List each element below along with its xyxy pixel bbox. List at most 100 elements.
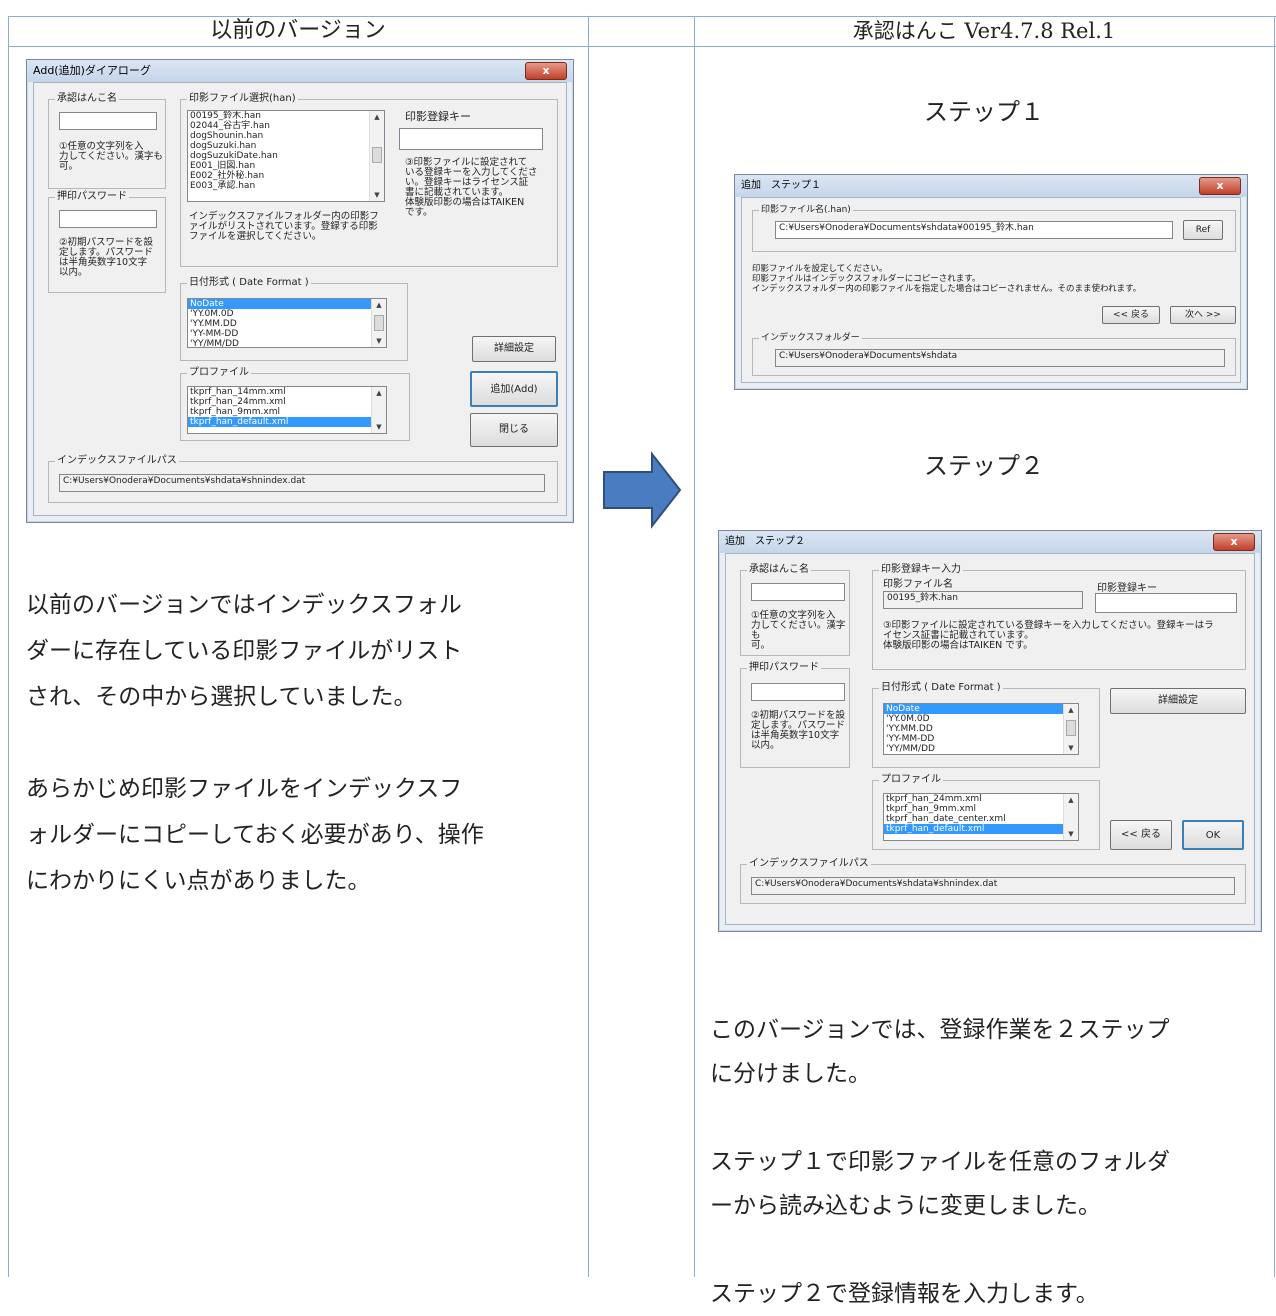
description-line: され、その中から選択していました。 bbox=[26, 684, 417, 710]
scrollbar[interactable]: ▲ ▼ bbox=[1063, 794, 1078, 840]
add-button[interactable]: 追加(Add) bbox=[470, 371, 558, 407]
file-listbox[interactable]: 00195_鈴木.han 02044_谷古宇.han dogShounin.han d… bbox=[187, 110, 385, 202]
scrollbar[interactable]: ▲ ▼ bbox=[371, 299, 386, 347]
scroll-down-icon[interactable]: ▼ bbox=[372, 335, 386, 347]
group-label: 印影ファイル選択(han) bbox=[187, 93, 298, 105]
list-item[interactable]: 'YY.MM.DD bbox=[188, 319, 386, 329]
list-item[interactable]: 'YY.0M.0D bbox=[884, 714, 1078, 724]
file-path-input[interactable]: C:¥Users¥Onodera¥Documents¥shdata¥00195_… bbox=[775, 221, 1173, 239]
scroll-up-icon[interactable]: ▲ bbox=[372, 299, 386, 311]
list-item[interactable]: 'YY-MM-DD bbox=[884, 734, 1078, 744]
hanko-name-input[interactable] bbox=[59, 112, 157, 130]
index-path-field: C:¥Users¥Onodera¥Documents¥shdata¥shnind… bbox=[59, 474, 545, 492]
list-item[interactable]: tkprf_han_24mm.xml bbox=[884, 794, 1078, 804]
group-label: 日付形式 ( Date Format ) bbox=[187, 277, 311, 289]
key-input[interactable] bbox=[399, 128, 543, 150]
scroll-up-icon[interactable]: ▲ bbox=[1064, 704, 1078, 716]
back-button[interactable]: << 戻る bbox=[1102, 306, 1160, 324]
step2-heading: ステップ２ bbox=[924, 452, 1044, 480]
scrollbar[interactable]: ▲ ▼ bbox=[1063, 704, 1078, 754]
list-item[interactable]: NoDate bbox=[884, 704, 1078, 714]
next-button[interactable]: 次へ >> bbox=[1170, 306, 1236, 324]
group-label: 押印パスワード bbox=[55, 191, 129, 203]
profile-group: プロファイル tkprf_han_24mm.xml tkprf_han_9mm.x… bbox=[872, 774, 1100, 850]
date-format-listbox[interactable]: NoDate 'YY.0M.0D 'YY.MM.DD 'YY-MM-DD 'YY/MM/… bbox=[883, 703, 1079, 755]
date-format-listbox[interactable]: NoDate 'YY.0M.0D 'YY.MM.DD 'YY-MM-DD 'YY/MM/… bbox=[187, 298, 387, 348]
list-item[interactable]: E002_社外秘.han bbox=[188, 171, 384, 181]
profile-listbox[interactable]: tkprf_han_14mm.xml tkprf_han_24mm.xml tkpr… bbox=[187, 386, 387, 434]
left-column-header: 以前のバージョン bbox=[210, 18, 386, 43]
group-label: プロファイル bbox=[187, 367, 251, 379]
list-item[interactable]: NoDate bbox=[188, 299, 386, 309]
description-line bbox=[710, 1096, 1274, 1140]
list-item[interactable]: E001_旧図.han bbox=[188, 161, 384, 171]
key-input[interactable] bbox=[1095, 593, 1237, 613]
hanko-name-input[interactable] bbox=[751, 583, 845, 601]
close-icon[interactable]: x bbox=[1213, 533, 1255, 551]
close-button[interactable]: 閉じる bbox=[470, 413, 558, 447]
list-item[interactable]: 'YY-MM-DD bbox=[188, 329, 386, 339]
scrollbar[interactable]: ▲ ▼ bbox=[371, 387, 386, 433]
back-button[interactable]: << 戻る bbox=[1110, 820, 1172, 850]
list-item[interactable]: 'YY/MM/DD bbox=[884, 744, 1078, 754]
list-item[interactable]: tkprf_han_9mm.xml bbox=[884, 804, 1078, 814]
close-icon[interactable]: x bbox=[1199, 177, 1241, 195]
dialog-title: 追加 ステップ１ bbox=[735, 175, 1247, 197]
list-item[interactable]: dogShounin.han bbox=[188, 131, 384, 141]
scrollbar[interactable]: ▲ ▼ bbox=[369, 111, 384, 201]
group-label: 日付形式 ( Date Format ) bbox=[879, 682, 1003, 694]
old-add-dialog: Add(追加)ダイアローグ x 承認はんこ名 ①任意の文字列を入 力してください… bbox=[26, 59, 574, 523]
group-label: 押印パスワード bbox=[747, 662, 821, 674]
index-folder-group: インデックスフォルダー C:¥Users¥Onodera¥Documents¥s… bbox=[752, 332, 1236, 376]
scroll-up-icon[interactable]: ▲ bbox=[370, 111, 384, 123]
scroll-thumb[interactable] bbox=[374, 315, 384, 331]
list-item[interactable]: dogSuzukiDate.han bbox=[188, 151, 384, 161]
scroll-thumb[interactable] bbox=[372, 147, 382, 163]
list-item[interactable]: tkprf_han_date_center.xml bbox=[884, 814, 1078, 824]
scroll-down-icon[interactable]: ▼ bbox=[370, 189, 384, 201]
password-input[interactable] bbox=[59, 210, 157, 228]
group-label: 承認はんこ名 bbox=[55, 93, 119, 105]
scroll-thumb[interactable] bbox=[1066, 720, 1076, 736]
list-item[interactable]: tkprf_han_default.xml bbox=[188, 417, 386, 427]
ref-button[interactable]: Ref bbox=[1183, 220, 1223, 240]
scroll-down-icon[interactable]: ▼ bbox=[1064, 828, 1078, 840]
list-item[interactable]: 'YY.MM.DD bbox=[884, 724, 1078, 734]
detail-settings-button[interactable]: 詳細設定 bbox=[472, 336, 556, 362]
group-label: プロファイル bbox=[879, 774, 943, 786]
right-column-header: 承認はんこ Ver4.7.8 Rel.1 bbox=[852, 19, 1116, 43]
key-input-group: 印影登録キー入力 印影ファイル名 00195_鈴木.han 印影登録キー ③印影… bbox=[872, 564, 1246, 670]
password-group: 押印パスワード ②初期パスワードを設 定します。パスワード は半角英数字10文字… bbox=[48, 191, 166, 293]
scroll-down-icon[interactable]: ▼ bbox=[1064, 742, 1078, 754]
list-item[interactable]: dogSuzuki.han bbox=[188, 141, 384, 151]
file-name-group: 印影ファイル名(.han) C:¥Users¥Onodera¥Documents… bbox=[752, 204, 1236, 252]
list-item[interactable]: tkprf_han_9mm.xml bbox=[188, 407, 386, 417]
list-item[interactable]: 00195_鈴木.han bbox=[188, 111, 384, 121]
hanko-name-group: 承認はんこ名 ①任意の文字列を入 力してください。漢字も 可。 bbox=[740, 564, 850, 656]
list-item[interactable]: tkprf_han_14mm.xml bbox=[188, 387, 386, 397]
hanko-name-group: 承認はんこ名 ①任意の文字列を入 力してください。漢字も 可。 bbox=[48, 93, 166, 189]
profile-listbox[interactable]: tkprf_han_24mm.xml tkprf_han_9mm.xml tkprf… bbox=[883, 793, 1079, 841]
close-icon[interactable]: x bbox=[525, 62, 567, 80]
list-item[interactable]: 'YY/MM/DD bbox=[188, 339, 386, 347]
file-select-group: 印影ファイル選択(han) 00195_鈴木.han 02044_谷古宇.han d… bbox=[180, 93, 558, 267]
password-input[interactable] bbox=[751, 683, 845, 701]
key-note: ③印影ファイルに設定されている登録キーを入力してください。登録キーはラ イセンス… bbox=[883, 620, 1214, 651]
description-line: ステップ１で印影ファイルを任意のフォルダ bbox=[710, 1149, 1170, 1175]
profile-group: プロファイル tkprf_han_14mm.xml tkprf_han_24mm.… bbox=[180, 367, 410, 441]
list-item[interactable]: E003_承認.han bbox=[188, 181, 384, 191]
scroll-up-icon[interactable]: ▲ bbox=[1064, 794, 1078, 806]
description-line: このバージョンでは、登録作業を２ステップ bbox=[710, 1017, 1170, 1043]
description-line: に分けました。 bbox=[710, 1061, 871, 1087]
detail-settings-button[interactable]: 詳細設定 bbox=[1110, 688, 1246, 714]
ok-button[interactable]: OK bbox=[1182, 820, 1244, 850]
list-item[interactable]: 02044_谷古宇.han bbox=[188, 121, 384, 131]
list-item[interactable]: tkprf_han_default.xml bbox=[884, 824, 1078, 834]
scroll-up-icon[interactable]: ▲ bbox=[372, 387, 386, 399]
list-item[interactable]: 'YY.0M.0D bbox=[188, 309, 386, 319]
description-line: 以前のバージョンではインデックスフォル bbox=[26, 592, 462, 618]
scroll-down-icon[interactable]: ▼ bbox=[372, 421, 386, 433]
password-group: 押印パスワード ②初期パスワードを設 定します。パスワード は半角英数字10文字… bbox=[740, 662, 850, 768]
list-item[interactable]: tkprf_han_24mm.xml bbox=[188, 397, 386, 407]
file-name-label: 印影ファイル名 bbox=[883, 579, 953, 590]
